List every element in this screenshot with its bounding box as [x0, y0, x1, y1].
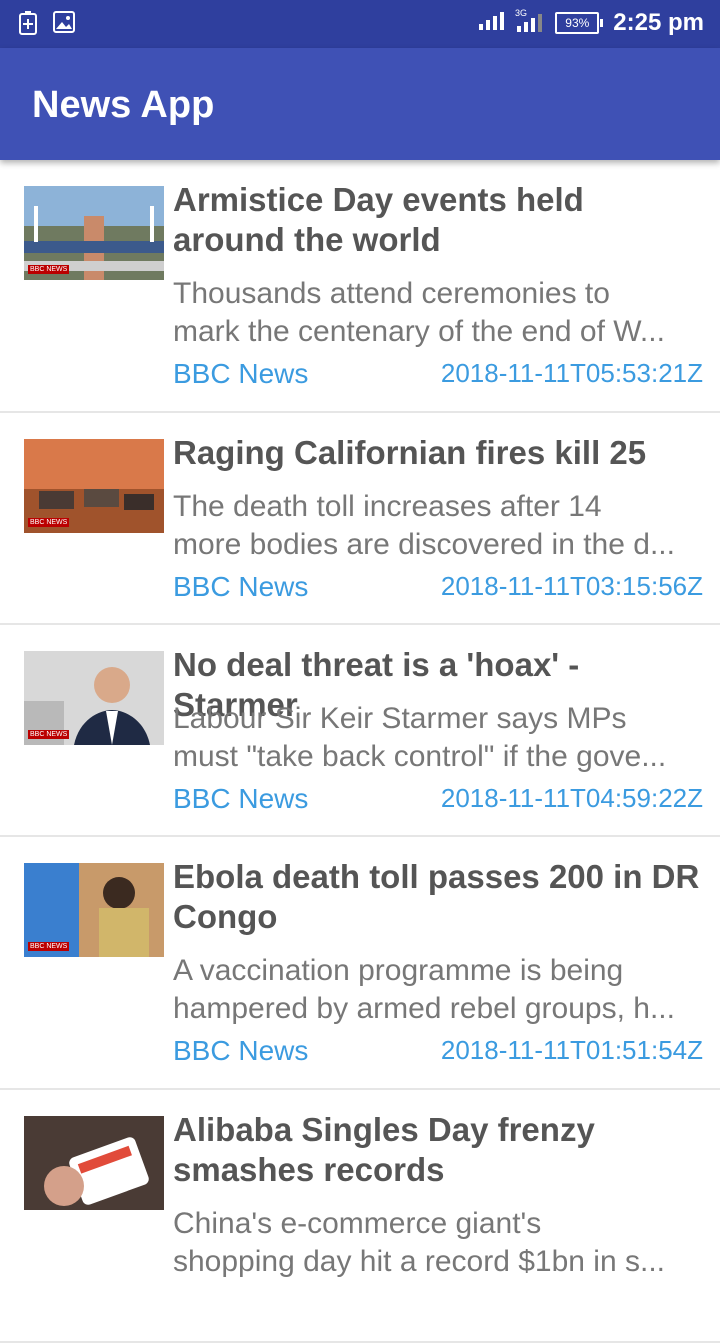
- news-description: A vaccination programme is being hampere…: [173, 954, 675, 1025]
- news-description: China's e-commerce giant's shopping day …: [173, 1207, 665, 1278]
- clock: 2:25 pm: [613, 9, 704, 36]
- signal-icon: [477, 10, 505, 36]
- news-title[interactable]: Armistice Day events held around the wor…: [173, 180, 703, 260]
- news-description: Labour Sir Keir Starmer says MPs must "t…: [173, 702, 667, 773]
- bbc-badge: BBC NEWS: [28, 265, 70, 274]
- app-title: News App: [32, 84, 215, 126]
- status-bar: 3G 93% 2:25 pm: [0, 0, 720, 48]
- news-date: 2018-11-11T05:53:21Z: [440, 358, 703, 388]
- ebola-photo-icon: BBC NEWS: [24, 863, 164, 957]
- bbc-badge: BBC NEWS: [28, 518, 70, 527]
- news-date: 2018-11-11T04:59:22Z: [440, 783, 703, 813]
- battery-saver-icon: [18, 10, 38, 40]
- bbc-badge: BBC NEWS: [28, 942, 70, 951]
- news-item[interactable]: BBC NEWS No deal threat is a 'hoax' - St…: [0, 625, 720, 837]
- armistice-photo-icon: BBC NEWS: [24, 186, 164, 280]
- fire-photo-icon: BBC NEWS: [24, 439, 164, 533]
- news-title[interactable]: Ebola death toll passes 200 in DR Congo: [173, 857, 703, 937]
- news-title[interactable]: Alibaba Singles Day frenzy smashes recor…: [173, 1110, 703, 1190]
- starmer-photo-icon: BBC NEWS: [24, 651, 164, 745]
- alibaba-photo-icon: [24, 1116, 164, 1210]
- news-source: BBC News: [173, 358, 309, 389]
- bbc-badge: BBC NEWS: [28, 730, 70, 739]
- gallery-icon: [52, 10, 76, 40]
- news-item[interactable]: BBC NEWS Ebola death toll passes 200 in …: [0, 837, 720, 1090]
- news-title[interactable]: Raging Californian fires kill 25: [173, 433, 703, 473]
- news-item[interactable]: Alibaba Singles Day frenzy smashes recor…: [0, 1090, 720, 1343]
- news-source: BBC News: [173, 1035, 309, 1066]
- news-description: The death toll increases after 14 more b…: [173, 490, 675, 561]
- svg-text:3G: 3G: [515, 8, 527, 18]
- news-item[interactable]: BBC NEWS Raging Californian fires kill 2…: [0, 413, 720, 625]
- news-source: BBC News: [173, 783, 309, 814]
- news-source: BBC News: [173, 571, 309, 602]
- news-description: Thousands attend ceremonies to mark the …: [173, 277, 665, 348]
- news-item[interactable]: BBC NEWS Armistice Day events held aroun…: [0, 160, 720, 413]
- news-date: 2018-11-11T01:51:54Z: [440, 1035, 703, 1065]
- news-list[interactable]: BBC NEWS Armistice Day events held aroun…: [0, 160, 720, 1343]
- news-date: 2018-11-11T03:15:56Z: [440, 571, 703, 601]
- battery-level: 93%: [555, 12, 600, 34]
- app-bar: News App: [0, 48, 720, 160]
- signal-3g-icon: 3G: [515, 8, 545, 38]
- battery-icon: 93%: [555, 12, 604, 34]
